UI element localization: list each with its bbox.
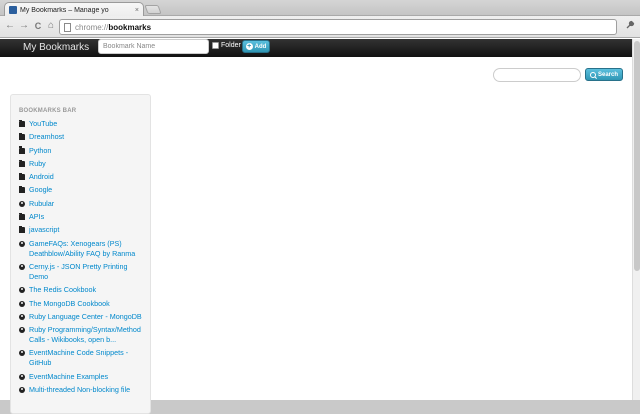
bookmark-item[interactable]: Ruby Programming/Syntax/Method Calls - W… <box>19 325 147 345</box>
home-icon[interactable]: ⌂ <box>45 20 57 32</box>
url-text: chrome://bookmarks <box>75 23 151 32</box>
favicon-icon <box>9 6 17 14</box>
bookmark-name-input[interactable] <box>98 39 209 54</box>
folder-icon <box>19 146 25 154</box>
bookmark-label[interactable]: YouTube <box>29 119 57 129</box>
bookmark-list: YouTube Dreamhost Python Ruby Android Google R… <box>19 119 147 398</box>
address-bar[interactable]: chrome://bookmarks <box>59 19 617 35</box>
app-navbar: My Bookmarks Folder + Add <box>0 39 632 57</box>
bookmark-item[interactable]: javascript <box>19 225 147 235</box>
bookmark-item[interactable]: YouTube <box>19 119 147 129</box>
scrollbar[interactable] <box>632 39 640 400</box>
bookmark-label[interactable]: Python <box>29 146 51 156</box>
add-button[interactable]: + Add <box>242 40 270 53</box>
folder-label: Folder <box>221 42 241 49</box>
globe-icon <box>19 263 25 270</box>
bookmarks-sidebar: BOOKMARKS BAR YouTube Dreamhost Python Ruby… <box>10 94 151 414</box>
url-host: bookmarks <box>108 22 152 32</box>
globe-icon <box>19 300 25 307</box>
bookmark-item[interactable]: Rubular <box>19 199 147 209</box>
bookmark-label[interactable]: Rubular <box>29 199 54 209</box>
bookmark-label[interactable]: Cerny.js - JSON Pretty Printing Demo <box>29 262 147 282</box>
globe-icon <box>19 327 25 334</box>
globe-icon <box>19 387 25 394</box>
forward-arrow-icon[interactable]: → <box>18 20 30 32</box>
bookmark-label[interactable]: EventMachine Code Snippets - GitHub <box>29 348 147 368</box>
folder-icon <box>19 186 25 194</box>
bookmark-label[interactable]: The MongoDB Cookbook <box>29 299 110 309</box>
brand-title[interactable]: My Bookmarks <box>23 42 89 53</box>
bookmark-item[interactable]: Ruby <box>19 159 147 169</box>
folder-icon <box>19 226 25 234</box>
bookmark-item[interactable]: The Redis Cookbook <box>19 285 147 295</box>
search-icon <box>589 71 596 78</box>
bookmark-label[interactable]: Google <box>29 185 52 195</box>
bookmark-label[interactable]: Dreamhost <box>29 132 64 142</box>
bookmark-label[interactable]: Multi-threaded Non-blocking file <box>29 385 130 395</box>
folder-icon <box>19 133 25 141</box>
page-icon <box>64 22 71 32</box>
globe-icon <box>19 373 25 380</box>
bookmark-item[interactable]: EventMachine Examples <box>19 372 147 382</box>
bookmark-item[interactable]: Android <box>19 172 147 182</box>
bookmark-label[interactable]: Ruby Language Center - MongoDB <box>29 312 142 322</box>
url-scheme: chrome:// <box>75 22 109 32</box>
bookmark-item[interactable]: Cerny.js - JSON Pretty Printing Demo <box>19 262 147 282</box>
bookmark-label[interactable]: Ruby Programming/Syntax/Method Calls - W… <box>29 325 147 345</box>
bookmark-item[interactable]: Ruby Language Center - MongoDB <box>19 312 147 322</box>
bookmark-item[interactable]: EventMachine Code Snippets - GitHub <box>19 348 147 368</box>
bookmark-item[interactable]: The MongoDB Cookbook <box>19 299 147 309</box>
add-label: Add <box>254 43 267 50</box>
back-arrow-icon[interactable]: ← <box>4 20 16 32</box>
folder-icon <box>19 172 25 181</box>
bookmark-label[interactable]: GameFAQs: Xenogears (PS) Deathblow/Abili… <box>29 239 147 259</box>
tab-title: My Bookmarks – Manage yo <box>20 6 109 14</box>
bookmark-label[interactable]: The Redis Cookbook <box>29 285 96 295</box>
bookmark-label[interactable]: javascript <box>29 225 59 235</box>
bookmark-label[interactable]: APIs <box>29 212 44 222</box>
reload-icon[interactable]: C <box>32 20 44 32</box>
globe-icon <box>19 240 25 247</box>
browser-tab[interactable]: My Bookmarks – Manage yo × <box>4 2 144 17</box>
search-input[interactable] <box>493 68 581 82</box>
wrench-glyph <box>626 20 635 29</box>
bookmark-label[interactable]: EventMachine Examples <box>29 372 108 382</box>
globe-icon <box>19 350 25 357</box>
bookmark-item[interactable]: APIs <box>19 212 147 222</box>
search-button[interactable]: Search <box>585 68 623 81</box>
sidebar-header: BOOKMARKS BAR <box>19 108 77 114</box>
scrollbar-thumb[interactable] <box>634 41 640 271</box>
folder-icon <box>19 159 25 167</box>
bookmark-item[interactable]: Google <box>19 185 147 195</box>
globe-icon <box>19 287 25 294</box>
browser-window: My Bookmarks – Manage yo × ← → C ⌂ chrom… <box>0 0 640 414</box>
bookmark-item[interactable]: Dreamhost <box>19 132 147 142</box>
bookmark-label[interactable]: Android <box>29 172 54 182</box>
bookmark-item[interactable]: Python <box>19 146 147 156</box>
folder-checkbox[interactable] <box>212 42 219 49</box>
wrench-icon[interactable] <box>624 20 636 32</box>
folder-icon <box>19 119 25 127</box>
folder-toggle[interactable]: Folder <box>212 42 241 49</box>
globe-icon <box>19 200 25 207</box>
close-icon[interactable]: × <box>135 7 139 14</box>
plus-icon: + <box>245 43 253 50</box>
new-tab-button[interactable] <box>144 5 162 14</box>
bookmark-label[interactable]: Ruby <box>29 159 46 169</box>
globe-icon <box>19 313 25 320</box>
tab-strip: My Bookmarks – Manage yo × <box>0 0 640 17</box>
browser-toolbar: ← → C ⌂ chrome://bookmarks <box>0 16 640 38</box>
search-label: Search <box>597 71 618 78</box>
bookmark-item[interactable]: GameFAQs: Xenogears (PS) Deathblow/Abili… <box>19 239 147 259</box>
folder-icon <box>19 212 25 221</box>
bookmark-item[interactable]: Multi-threaded Non-blocking file <box>19 385 147 395</box>
